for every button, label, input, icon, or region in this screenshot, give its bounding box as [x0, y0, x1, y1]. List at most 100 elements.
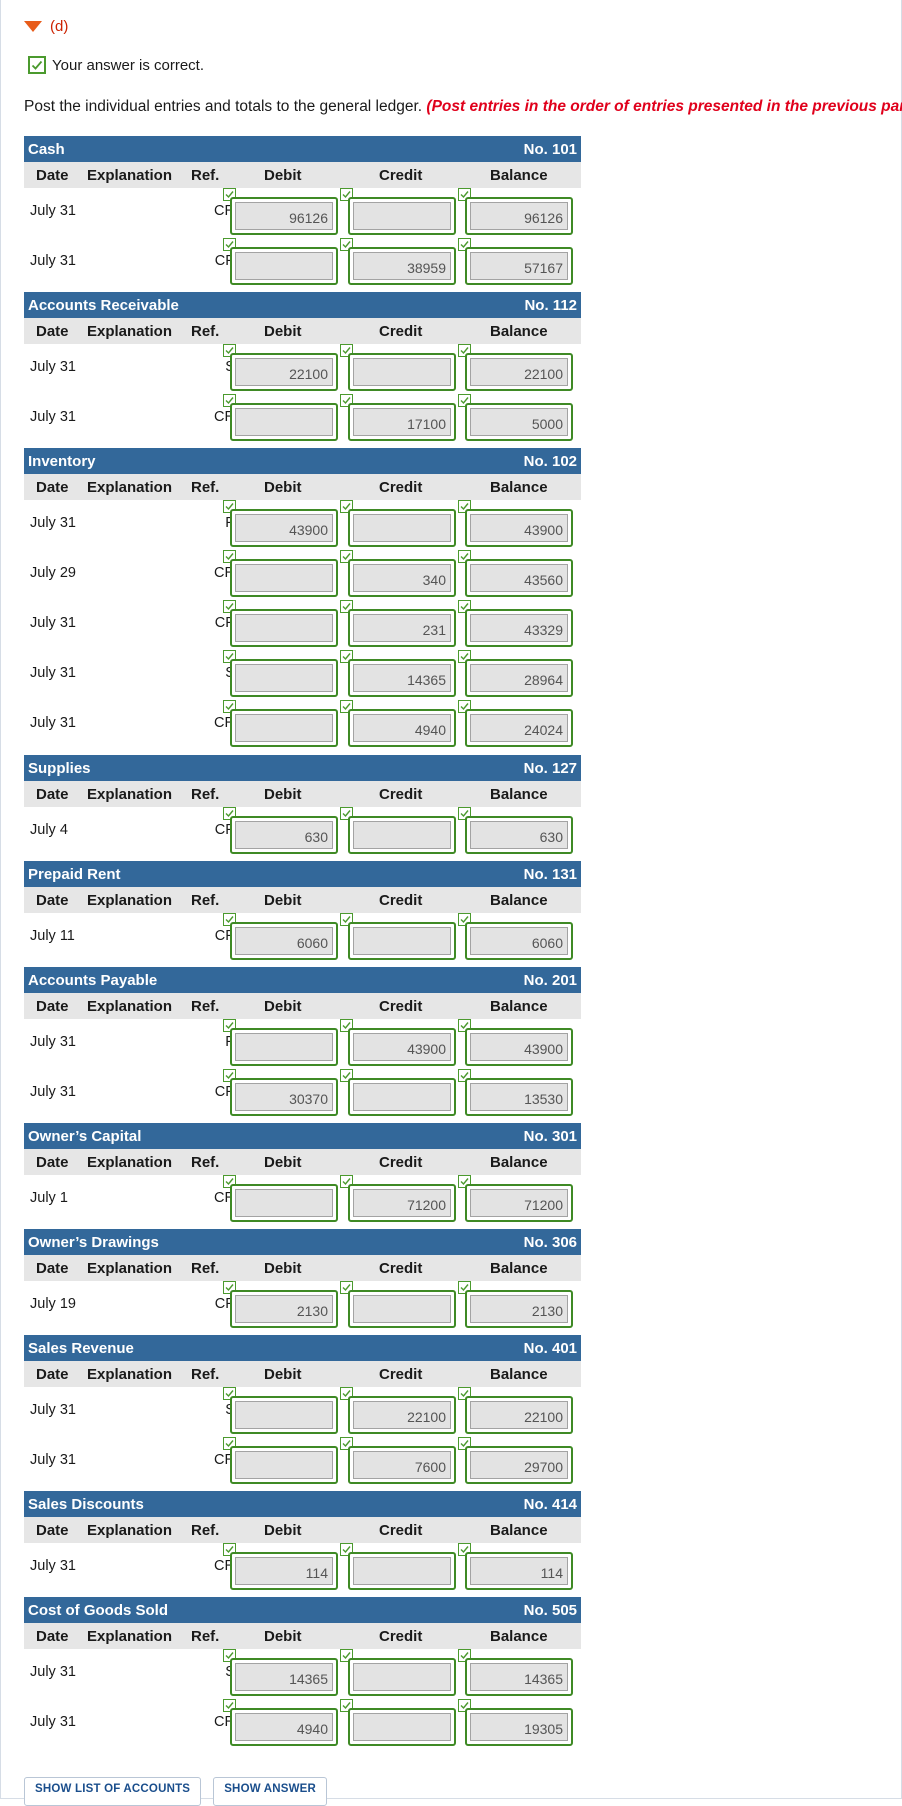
balance-field[interactable]: 57167	[465, 247, 573, 285]
balance-field[interactable]: 96126	[465, 197, 573, 235]
ledger-row: July 31S12210022100	[24, 344, 581, 394]
credit-value	[353, 821, 451, 849]
balance-field[interactable]: 6060	[465, 922, 573, 960]
balance-field[interactable]: 71200	[465, 1184, 573, 1222]
entry-date: July 31	[30, 253, 76, 269]
account-name: Inventory	[28, 452, 96, 470]
credit-field[interactable]: 22100	[348, 1396, 456, 1434]
balance-field[interactable]: 24024	[465, 709, 573, 747]
entry-date: July 31	[30, 1034, 76, 1050]
credit-field[interactable]	[348, 353, 456, 391]
debit-field[interactable]: 96126	[230, 197, 338, 235]
section-toggle[interactable]: (d)	[24, 18, 68, 35]
credit-field[interactable]: 7600	[348, 1446, 456, 1484]
debit-field[interactable]	[230, 1028, 338, 1066]
debit-value: 22100	[235, 358, 333, 386]
show-list-of-accounts-button[interactable]: SHOW LIST OF ACCOUNTS	[24, 1777, 202, 1806]
credit-field[interactable]: 38959	[348, 247, 456, 285]
debit-field[interactable]: 4940	[230, 1708, 338, 1746]
debit-field[interactable]	[230, 709, 338, 747]
column-balance: Balance	[490, 479, 548, 496]
account-number: No. 101	[523, 140, 577, 158]
debit-field[interactable]	[230, 1396, 338, 1434]
debit-field[interactable]: 14365	[230, 1658, 338, 1696]
debit-field[interactable]: 43900	[230, 509, 338, 547]
debit-field[interactable]	[230, 1184, 338, 1222]
credit-field[interactable]	[348, 1708, 456, 1746]
balance-field[interactable]: 2130	[465, 1290, 573, 1328]
balance-field[interactable]: 22100	[465, 353, 573, 391]
column-debit: Debit	[264, 167, 302, 184]
debit-field[interactable]	[230, 559, 338, 597]
account-header: Accounts Receivable No. 112	[24, 292, 581, 318]
credit-field[interactable]	[348, 1078, 456, 1116]
show-answer-button[interactable]: SHOW ANSWER	[213, 1777, 328, 1806]
column-date: Date	[36, 786, 69, 803]
credit-field[interactable]: 17100	[348, 403, 456, 441]
ledger-row: July 4 CP1 630 630	[24, 807, 581, 857]
ledger-account: Sales Discounts No. 414 Date Explanation Ref…	[24, 1491, 581, 1593]
debit-field[interactable]	[230, 1446, 338, 1484]
entry-ref: CR1	[213, 1452, 243, 1468]
credit-field[interactable]	[348, 816, 456, 854]
credit-field[interactable]: 14365	[348, 659, 456, 697]
entry-ref: CP1	[214, 253, 243, 269]
debit-field[interactable]: 630	[230, 816, 338, 854]
credit-value: 340	[353, 564, 451, 592]
balance-field[interactable]: 22100	[465, 1396, 573, 1434]
balance-field[interactable]: 43900	[465, 1028, 573, 1066]
credit-value: 7600	[353, 1451, 451, 1479]
balance-value: 96126	[470, 202, 568, 230]
balance-field[interactable]: 19305	[465, 1708, 573, 1746]
balance-field[interactable]: 630	[465, 816, 573, 854]
debit-value	[235, 1401, 333, 1429]
balance-field[interactable]: 114	[465, 1552, 573, 1590]
balance-field[interactable]: 28964	[465, 659, 573, 697]
caret-down-icon	[24, 21, 42, 32]
account-header: Owner’s Capital No. 301	[24, 1123, 581, 1149]
debit-field[interactable]	[230, 403, 338, 441]
entry-date: July 31	[30, 615, 76, 631]
debit-field[interactable]: 2130	[230, 1290, 338, 1328]
debit-field[interactable]: 30370	[230, 1078, 338, 1116]
balance-field[interactable]: 13530	[465, 1078, 573, 1116]
status-text: Your answer is correct.	[52, 56, 205, 74]
credit-field[interactable]	[348, 197, 456, 235]
column-ref: Ref.	[191, 1628, 220, 1645]
credit-field[interactable]: 43900	[348, 1028, 456, 1066]
credit-field[interactable]	[348, 1658, 456, 1696]
debit-field[interactable]: 114	[230, 1552, 338, 1590]
credit-field[interactable]	[348, 922, 456, 960]
balance-field[interactable]: 43329	[465, 609, 573, 647]
debit-field[interactable]: 6060	[230, 922, 338, 960]
debit-value	[235, 408, 333, 436]
column-credit: Credit	[379, 1366, 423, 1383]
credit-field[interactable]	[348, 1290, 456, 1328]
credit-field[interactable]	[348, 1552, 456, 1590]
balance-field[interactable]: 29700	[465, 1446, 573, 1484]
balance-field[interactable]: 43560	[465, 559, 573, 597]
credit-field[interactable]: 71200	[348, 1184, 456, 1222]
credit-value: 38959	[353, 252, 451, 280]
credit-field[interactable]	[348, 509, 456, 547]
credit-field[interactable]: 340	[348, 559, 456, 597]
credit-value: 4940	[353, 714, 451, 742]
balance-field[interactable]: 14365	[465, 1658, 573, 1696]
debit-field[interactable]	[230, 659, 338, 697]
entry-ref: CP1	[214, 1296, 243, 1312]
credit-value	[353, 1295, 451, 1323]
credit-field[interactable]: 4940	[348, 709, 456, 747]
credit-field[interactable]: 231	[348, 609, 456, 647]
debit-field[interactable]	[230, 247, 338, 285]
column-explanation: Explanation	[87, 998, 173, 1015]
ledger-account: Cost of Goods Sold No. 505 Date Explanation…	[24, 1597, 581, 1749]
balance-field[interactable]: 43900	[465, 509, 573, 547]
credit-value	[353, 1083, 451, 1111]
column-balance: Balance	[490, 167, 548, 184]
entry-date: July 31	[30, 1402, 76, 1418]
entry-ref: S1	[149, 1664, 243, 1680]
column-headers: Date Explanation Ref. Debit Credit Balance	[24, 781, 581, 807]
debit-field[interactable]	[230, 609, 338, 647]
balance-field[interactable]: 5000	[465, 403, 573, 441]
debit-field[interactable]: 22100	[230, 353, 338, 391]
